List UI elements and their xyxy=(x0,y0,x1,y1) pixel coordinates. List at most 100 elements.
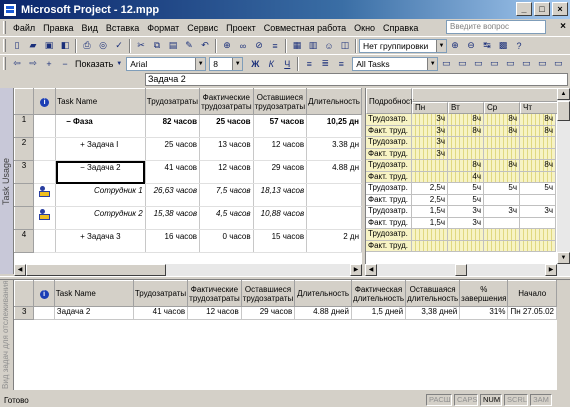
go-to-task-icon[interactable]: ↹ xyxy=(479,38,495,53)
notes-icon[interactable]: ▥ xyxy=(305,38,321,53)
usage-value-cell[interactable] xyxy=(484,171,520,183)
table-row[interactable]: 2 + Задача I 25 часов 13 часов 12 часов … xyxy=(14,137,362,161)
usage-value-cell[interactable] xyxy=(412,171,448,183)
outline-expand-icon[interactable]: + xyxy=(58,232,85,241)
chevron-down-icon[interactable]: ▼ xyxy=(232,57,243,70)
usage-value-cell[interactable]: 8ч xyxy=(484,160,520,172)
usage-value-cell[interactable]: 2,5ч xyxy=(412,194,448,206)
usage-detail-row[interactable]: Трудозатр. 2,5ч 5ч 5ч 5ч xyxy=(366,183,557,195)
usage-detail-row[interactable]: Факт. труд. 3ч xyxy=(366,148,557,160)
usage-value-cell[interactable]: 8ч xyxy=(484,114,520,126)
help-icon[interactable]: ? xyxy=(511,38,527,53)
header-id[interactable] xyxy=(14,88,34,115)
view-bar-task-usage[interactable]: Task Usage xyxy=(0,88,14,274)
copy-picture-icon[interactable]: ▩ xyxy=(495,38,511,53)
usage-value-cell[interactable]: 8ч xyxy=(448,160,484,172)
header-remaining-work[interactable]: Оставшиеся трудозатраты xyxy=(240,280,296,307)
header-indicator[interactable]: i xyxy=(32,88,57,115)
menu-file[interactable]: Файл xyxy=(9,23,39,33)
doc-close-icon[interactable]: × xyxy=(560,21,566,32)
italic-button[interactable]: К xyxy=(263,56,279,71)
work-cell[interactable]: 82 часов xyxy=(145,114,201,138)
task-info-icon[interactable]: ▦ xyxy=(289,38,305,53)
chevron-down-icon[interactable]: ▼ xyxy=(115,56,123,71)
link-tasks-icon[interactable]: ∞ xyxy=(235,38,251,53)
usage-value-cell[interactable]: 4ч xyxy=(448,171,484,183)
usage-value-cell[interactable] xyxy=(484,229,520,241)
row-id[interactable]: 3 xyxy=(14,160,34,184)
table-row[interactable]: 3 − Задача 2 41 часов 12 часов 29 часов … xyxy=(14,160,362,184)
scroll-up-icon[interactable]: ▲ xyxy=(557,88,570,100)
row-id[interactable] xyxy=(14,183,34,207)
usage-value-cell[interactable]: 8ч xyxy=(520,125,556,137)
menu-edit[interactable]: Правка xyxy=(39,23,77,33)
row-indicator[interactable] xyxy=(33,183,57,207)
align-left-icon[interactable]: ≡ xyxy=(301,56,317,71)
row-id[interactable]: 3 xyxy=(14,306,35,320)
usage-value-cell[interactable]: 8ч xyxy=(484,125,520,137)
scroll-right-icon[interactable]: ▶ xyxy=(545,264,557,276)
minus-icon[interactable]: − xyxy=(57,56,73,71)
view-tracking-icon[interactable]: ▭ xyxy=(534,56,550,71)
work-cell[interactable]: 16 часов xyxy=(145,229,201,253)
usage-detail-row[interactable]: Факт. труд. 3ч 8ч 8ч 8ч xyxy=(366,125,557,137)
unlink-tasks-icon[interactable]: ⊘ xyxy=(251,38,267,53)
usage-value-cell[interactable] xyxy=(412,229,448,241)
scroll-down-icon[interactable]: ▼ xyxy=(557,252,570,264)
maximize-button[interactable]: □ xyxy=(534,2,550,16)
usage-value-cell[interactable]: 3ч xyxy=(412,137,448,149)
work-cell[interactable]: 41 часов xyxy=(145,160,201,184)
usage-detail-row[interactable]: Трудозатр. 8ч 8ч 8ч xyxy=(366,160,557,172)
print-icon[interactable]: ⎙ xyxy=(79,38,95,53)
chevron-down-icon[interactable]: ▼ xyxy=(436,39,446,52)
sheet-horizontal-scrollbar[interactable]: ◀ ▶ xyxy=(14,264,362,276)
actual-work-cell[interactable]: 13 часов xyxy=(199,137,254,161)
header-work[interactable]: Трудозатраты xyxy=(144,88,201,115)
duration-cell[interactable]: 2 дн xyxy=(306,229,362,253)
details-header[interactable]: Подробност xyxy=(366,88,414,114)
work-cell[interactable]: 41 часов xyxy=(133,306,189,320)
actual-work-cell[interactable]: 4,5 часов xyxy=(199,206,254,230)
remaining-work-cell[interactable]: 57 часов xyxy=(253,114,308,138)
menu-window[interactable]: Окно xyxy=(350,23,379,33)
table-row[interactable]: 1 − Фаза 82 часов 25 часов 57 часов 10,2… xyxy=(14,114,362,138)
filter-select[interactable]: All Tasks ▼ xyxy=(352,56,439,71)
usage-value-cell[interactable] xyxy=(520,217,556,229)
autofilter-icon[interactable]: ▭ xyxy=(438,56,454,71)
actual-work-cell[interactable]: 0 часов xyxy=(199,229,254,253)
publish-web-icon[interactable]: ◫ xyxy=(337,38,353,53)
usage-value-cell[interactable] xyxy=(412,160,448,172)
menu-collaborate[interactable]: Совместная работа xyxy=(260,23,350,33)
header-duration[interactable]: Длительность xyxy=(306,88,362,115)
publish-icon[interactable]: ◧ xyxy=(57,38,73,53)
usage-value-cell[interactable] xyxy=(520,137,556,149)
hyperlink-icon[interactable]: ⊕ xyxy=(219,38,235,53)
day-header[interactable]: Ср xyxy=(484,102,520,114)
timescale-week-header[interactable] xyxy=(412,88,557,102)
scroll-left-icon[interactable]: ◀ xyxy=(14,264,26,276)
view-network-icon[interactable]: ▭ xyxy=(470,56,486,71)
usage-value-cell[interactable]: 3ч xyxy=(412,148,448,160)
duration-cell[interactable]: 4.88 дней xyxy=(294,306,352,320)
entry-field[interactable]: Задача 2 xyxy=(145,73,568,86)
outline-collapse-icon[interactable]: − xyxy=(58,163,85,172)
align-right-icon[interactable]: ≡ xyxy=(333,56,349,71)
menu-help[interactable]: Справка xyxy=(379,23,422,33)
help-question-input[interactable]: Введите вопрос xyxy=(446,20,546,34)
menu-grip[interactable] xyxy=(3,21,6,34)
usage-value-cell[interactable]: 8ч xyxy=(520,114,556,126)
scroll-thumb[interactable] xyxy=(557,101,570,121)
menu-tools[interactable]: Сервис xyxy=(183,23,222,33)
usage-value-cell[interactable]: 3ч xyxy=(448,217,484,229)
assign-resources-icon[interactable]: ☺ xyxy=(321,38,337,53)
new-icon[interactable]: ▯ xyxy=(9,38,25,53)
usage-value-cell[interactable] xyxy=(484,194,520,206)
header-task-name[interactable]: Task Name xyxy=(55,88,146,115)
copy-icon[interactable]: ⧉ xyxy=(149,38,165,53)
usage-value-cell[interactable] xyxy=(484,148,520,160)
usage-value-cell[interactable]: 2,5ч xyxy=(412,183,448,195)
minimize-button[interactable]: _ xyxy=(516,2,532,16)
usage-value-cell[interactable]: 5ч xyxy=(520,183,556,195)
paste-icon[interactable]: ▤ xyxy=(165,38,181,53)
usage-value-cell[interactable] xyxy=(520,148,556,160)
